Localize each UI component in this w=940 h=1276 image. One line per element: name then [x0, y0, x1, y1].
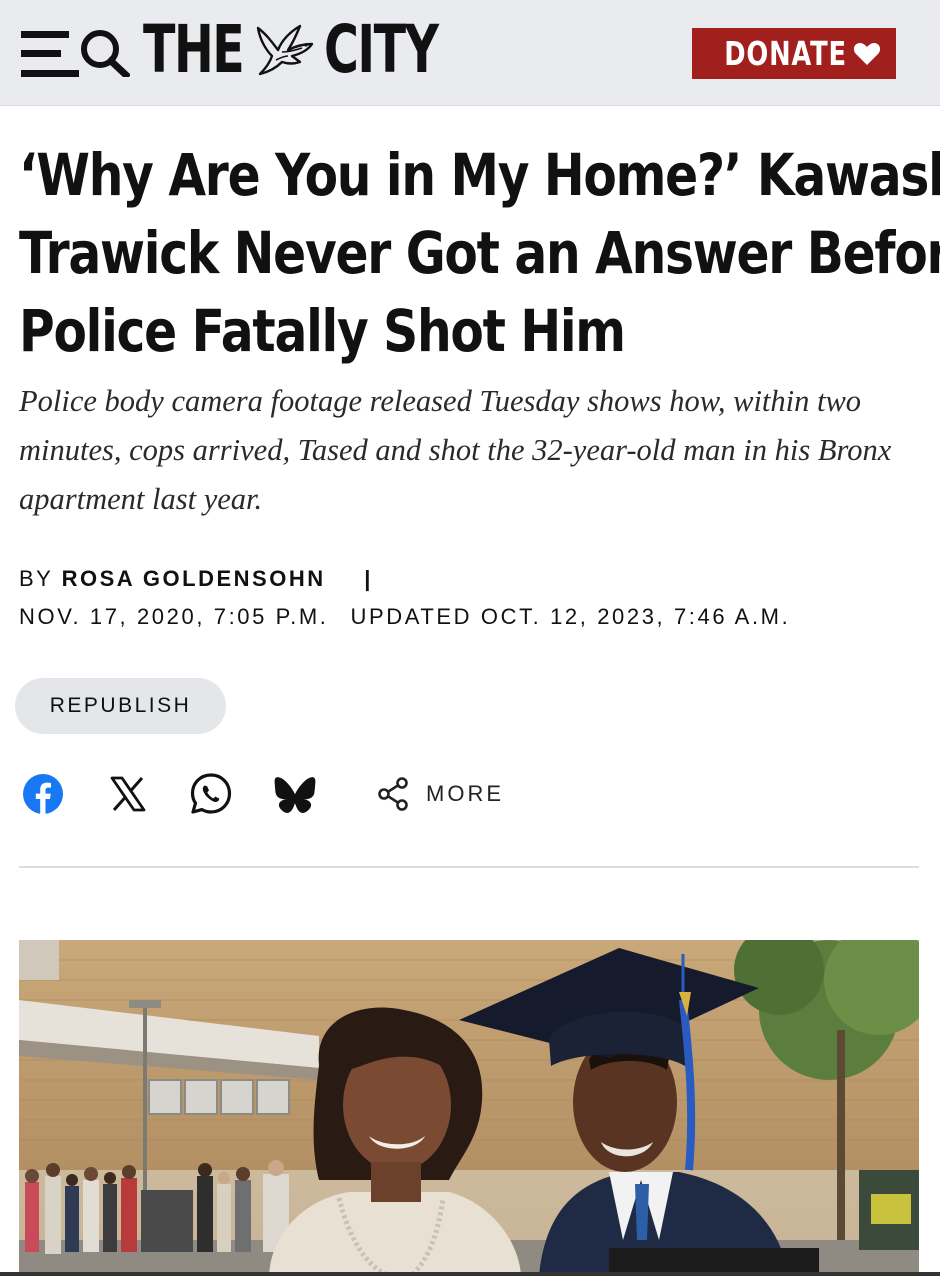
facebook-icon[interactable] [19, 770, 67, 818]
share-row: MORE [0, 766, 940, 822]
site-logo[interactable]: THE CITY [143, 10, 482, 88]
x-icon[interactable] [104, 770, 152, 818]
menu-icon[interactable] [19, 27, 81, 81]
donate-label: DONATE [724, 34, 848, 73]
hero-photo[interactable] [19, 940, 919, 1276]
bluesky-icon[interactable] [271, 770, 319, 818]
dove-icon [257, 24, 314, 76]
logo-text-city: CITY [324, 10, 439, 88]
republish-button[interactable]: REPUBLISH [15, 678, 226, 734]
donate-button[interactable]: DONATE [692, 28, 896, 79]
bottom-edge [0, 1272, 940, 1276]
published-date: NOV. 17, 2020, 7:05 P.M. [19, 604, 329, 629]
site-header: THE CITY DONATE [0, 0, 940, 106]
photo-illustration [19, 940, 919, 1276]
author-link[interactable]: ROSA GOLDENSOHN [62, 566, 326, 591]
byline-prefix: BY [19, 566, 53, 591]
byline-separator: | [364, 566, 373, 591]
section-divider [19, 866, 919, 868]
headline-line: Trawick Never Got an Answer Before [19, 219, 940, 287]
share-icon [378, 777, 408, 811]
byline: BY ROSA GOLDENSOHN | [19, 566, 373, 592]
search-icon[interactable] [78, 25, 130, 77]
article-dek: Police body camera footage released Tues… [19, 384, 892, 516]
dateline: NOV. 17, 2020, 7:05 P.M. UPDATED OCT. 12,… [19, 604, 790, 630]
whatsapp-icon[interactable] [187, 770, 235, 818]
more-share-button[interactable]: MORE [376, 772, 504, 816]
updated-date: UPDATED OCT. 12, 2023, 7:46 A.M. [350, 604, 791, 629]
headline-line: ‘Why Are You in My Home?’ Kawaski [19, 141, 940, 209]
headline-line: Police Fatally Shot Him [19, 297, 626, 365]
more-label: MORE [426, 781, 504, 806]
article-headline: ‘Why Are You in My Home?’ Kawaski Trawic… [19, 136, 940, 370]
logo-text-the: THE [143, 10, 245, 88]
heart-icon [853, 42, 880, 65]
